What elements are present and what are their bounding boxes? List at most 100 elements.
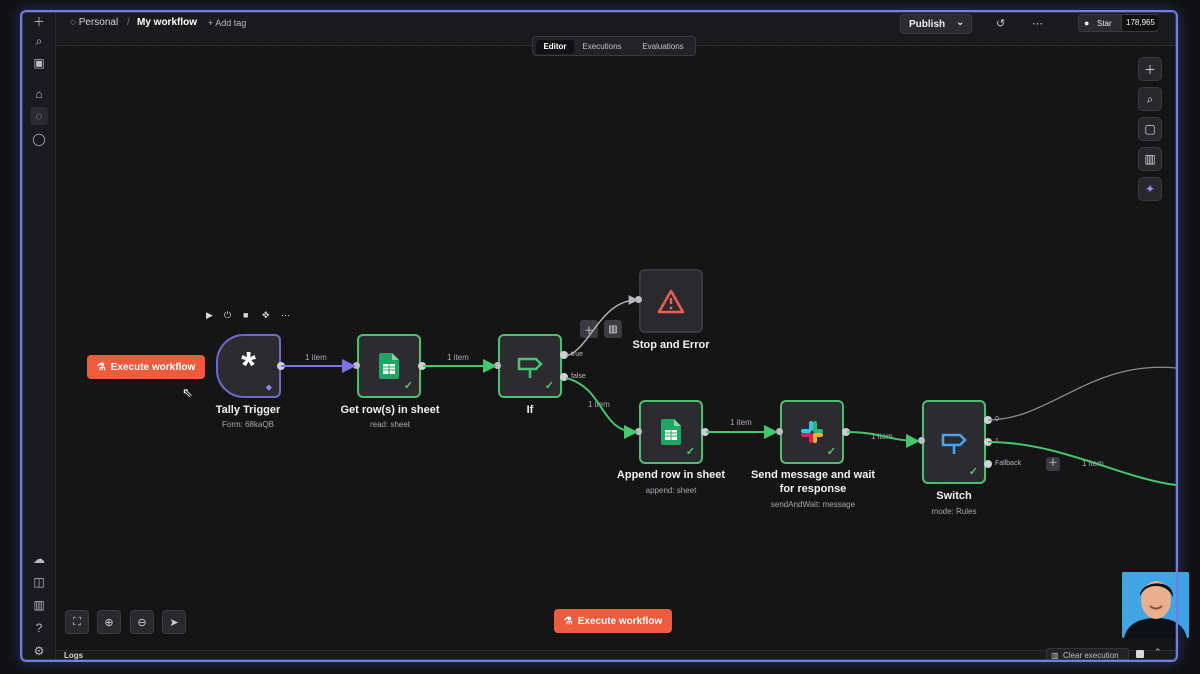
left-rail: ＋ ⌕ ▣ ⌂ ◌ ◯ ☁ ◫ ▥ ? ⚙ — [22, 12, 56, 660]
chat-icon[interactable]: ◯ — [30, 130, 48, 148]
stop-and-error-node[interactable] — [639, 269, 703, 333]
zoom-out-icon[interactable]: ⊖ — [130, 610, 154, 634]
add-node-button[interactable]: ＋ — [1138, 57, 1162, 81]
node-subtitle: append: sheet — [645, 486, 697, 495]
input-handle[interactable] — [918, 437, 925, 444]
node-title: Switch — [936, 490, 972, 502]
input-handle[interactable] — [635, 296, 642, 303]
warning-icon — [641, 271, 701, 331]
success-check-icon: ✓ — [968, 466, 978, 478]
history-icon[interactable]: ↺ — [996, 17, 1005, 30]
true-branch-label: true — [571, 351, 584, 358]
add-connection-button[interactable]: ＋ — [580, 320, 598, 338]
tab-evaluations[interactable]: Evaluations — [632, 40, 694, 54]
node-subtitle: read: sheet — [369, 420, 411, 429]
switch-node[interactable]: ✓ — [922, 400, 986, 484]
false-output-handle[interactable] — [560, 373, 568, 381]
search-nodes-button[interactable]: ⌕ — [1138, 87, 1162, 111]
add-tag-button[interactable]: + Add tag — [208, 18, 246, 28]
more-icon[interactable]: ⋯ — [1032, 17, 1043, 30]
panel-icon: ▥ — [1144, 152, 1156, 166]
node-title: If — [526, 404, 534, 416]
input-handle[interactable] — [353, 362, 360, 369]
success-check-icon: ✓ — [544, 380, 554, 392]
execute-workflow-button[interactable]: ⚗ Execute workflow — [87, 355, 205, 379]
node-action-toolbar: ▶ ⏻ ■ ✥ ⋯ — [200, 310, 290, 322]
more-icon[interactable]: ⋯ — [281, 310, 290, 321]
fallback-label: Fallback — [995, 460, 1022, 467]
ai-assistant-button[interactable]: ✦ — [1138, 177, 1162, 201]
trash-icon: ▥ — [1051, 651, 1059, 660]
mouse-cursor-icon: ⇖ — [182, 385, 193, 400]
node-title: Get row(s) in sheet — [340, 404, 440, 416]
github-star-label: Star — [1097, 19, 1112, 28]
publish-button[interactable]: Publish ⌄ — [900, 14, 972, 34]
output-handle[interactable] — [277, 362, 285, 370]
output-handle[interactable] — [701, 428, 709, 436]
append-row-node[interactable]: ✓ — [639, 400, 703, 464]
fallback-handle[interactable] — [984, 460, 992, 468]
trash-icon[interactable]: ■ — [243, 310, 248, 320]
success-check-icon: ✓ — [826, 446, 836, 458]
settings-icon[interactable]: ⚙ — [30, 642, 48, 660]
pin-icon[interactable]: ✥ — [262, 310, 270, 321]
connection-count-label: 1 item — [305, 353, 327, 362]
view-tabs: Editor Executions Evaluations — [532, 36, 696, 56]
send-message-node[interactable]: ✓ — [780, 400, 844, 464]
flask-icon: ⚗ — [563, 615, 573, 627]
note-icon: ▢ — [1144, 122, 1156, 136]
chevron-up-icon[interactable]: ⌃ — [1154, 647, 1162, 658]
chevron-down-icon[interactable]: ⌄ — [956, 17, 964, 28]
output-handle[interactable] — [842, 428, 850, 436]
publish-label: Publish — [909, 19, 946, 30]
output-label-1: 1 — [995, 438, 999, 445]
logs-label[interactable]: Logs — [64, 651, 83, 660]
sidebar-icon[interactable]: ▣ — [30, 54, 48, 72]
tab-executions[interactable]: Executions — [576, 40, 628, 54]
search-icon[interactable]: ⌕ — [30, 32, 48, 50]
sticky-note-button[interactable]: ▢ — [1138, 117, 1162, 141]
delete-connection-button[interactable]: ▥ — [604, 320, 622, 338]
true-output-handle[interactable] — [560, 351, 568, 359]
input-handle[interactable] — [635, 428, 642, 435]
clear-execution-button[interactable]: ▥ Clear execution — [1046, 648, 1129, 661]
github-star-button[interactable]: ● Star 178,965 — [1078, 14, 1159, 32]
output-handle-1[interactable] — [984, 438, 992, 446]
zoom-in-icon[interactable]: ⊕ — [97, 610, 121, 634]
workspace-link[interactable]: ◌ Personal — [70, 17, 118, 28]
toggle-panel-button[interactable]: ▥ — [1138, 147, 1162, 171]
tab-editor[interactable]: Editor — [536, 40, 574, 54]
cloud-icon[interactable]: ☁ — [30, 550, 48, 568]
help-icon[interactable]: ? — [30, 619, 48, 637]
node-subtitle: mode: Rules — [931, 507, 977, 516]
cursor-tool-icon[interactable]: ➤ — [162, 610, 186, 634]
get-rows-node[interactable]: ✓ — [357, 334, 421, 398]
if-node[interactable]: ✓ — [498, 334, 562, 398]
tally-trigger-node[interactable]: * ⬥ — [216, 334, 281, 398]
flask-icon: ⚗ — [96, 361, 106, 373]
chart-icon[interactable]: ▥ — [30, 596, 48, 614]
workflow-name[interactable]: My workflow — [137, 17, 197, 28]
presenter-avatar — [1122, 572, 1189, 638]
user-icon[interactable]: ◌ — [30, 107, 48, 125]
success-check-icon: ✓ — [685, 446, 695, 458]
output-handle-0[interactable] — [984, 416, 992, 424]
connection-count-label: 1 item — [730, 418, 752, 427]
add-fallback-button[interactable]: ＋ — [1046, 457, 1060, 471]
false-branch-label: false — [571, 373, 586, 380]
plus-icon[interactable]: ＋ — [30, 12, 48, 30]
power-icon[interactable]: ⏻ — [224, 310, 231, 321]
github-star-count: 178,965 — [1121, 15, 1159, 31]
output-handle[interactable] — [418, 362, 426, 370]
sparkle-icon: ✦ — [1144, 182, 1156, 196]
home-icon[interactable]: ⌂ — [30, 85, 48, 103]
input-handle[interactable] — [494, 362, 501, 369]
panel-icon[interactable] — [1136, 650, 1144, 658]
play-icon[interactable]: ▶ — [206, 310, 213, 321]
execute-workflow-bottom-button[interactable]: ⚗ Execute workflow — [554, 609, 672, 633]
input-handle[interactable] — [776, 428, 783, 435]
fit-view-icon[interactable]: ⛶ — [65, 610, 89, 634]
package-icon[interactable]: ◫ — [30, 573, 48, 591]
node-title: Send message and wait — [750, 469, 876, 481]
node-subtitle: sendAndWait: message — [770, 500, 856, 509]
